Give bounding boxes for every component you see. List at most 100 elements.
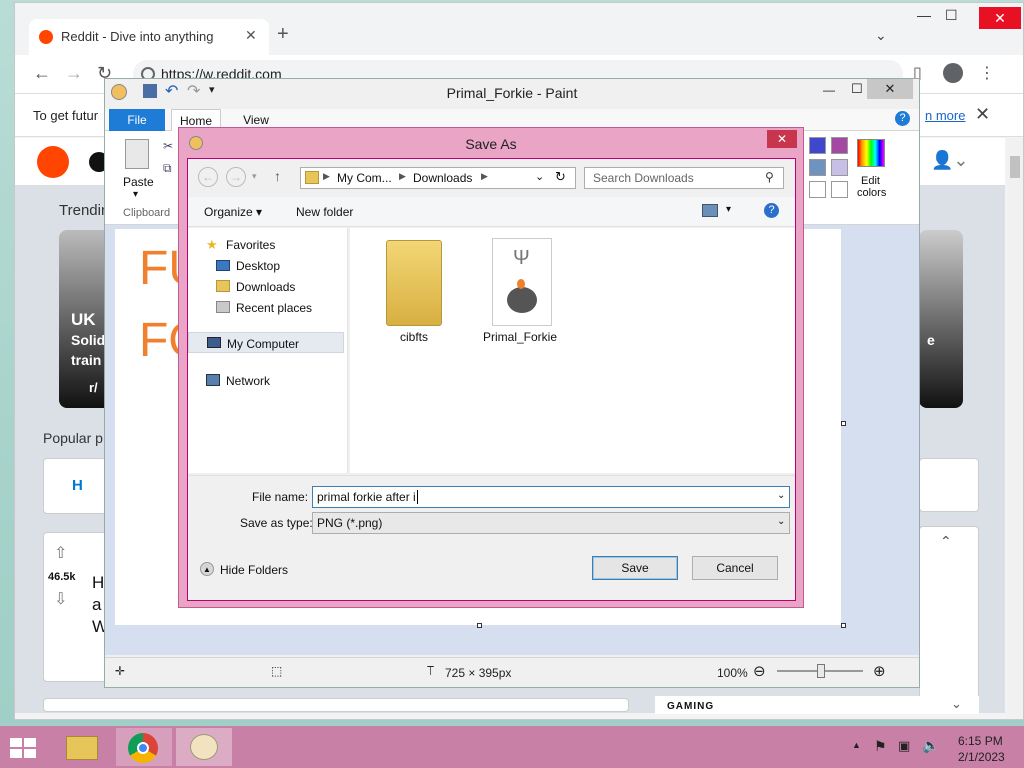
scroll-thumb[interactable]: [1010, 156, 1020, 178]
reddit-logo-icon[interactable]: [37, 146, 69, 178]
quick-access-dropdown-icon[interactable]: ▾: [209, 83, 215, 96]
show-hidden-icons[interactable]: ▲: [852, 740, 861, 750]
start-button[interactable]: [10, 738, 38, 758]
edit-colors-label[interactable]: colors: [857, 187, 886, 199]
color-swatch[interactable]: [831, 159, 848, 176]
close-tab-icon[interactable]: ✕: [245, 27, 257, 44]
upvote-icon[interactable]: ⇧: [54, 543, 67, 563]
tab-search-icon[interactable]: ⌄: [875, 27, 887, 44]
page-scrollbar[interactable]: [1007, 138, 1023, 718]
change-view-icon[interactable]: [702, 204, 718, 217]
redo-icon[interactable]: ↷: [187, 81, 200, 101]
dialog-app-icon: [189, 136, 203, 150]
nav-my-computer-row[interactable]: My Computer: [188, 332, 344, 353]
dialog-close-button[interactable]: ✕: [767, 130, 797, 148]
forward-icon[interactable]: →: [226, 167, 246, 187]
color-swatch[interactable]: [809, 181, 826, 198]
taskbar-paint[interactable]: [176, 728, 232, 766]
paint-minimize-icon[interactable]: —: [823, 83, 835, 97]
zoom-in-icon[interactable]: ⊕: [873, 662, 886, 680]
nav-downloads[interactable]: Downloads: [236, 280, 295, 294]
paste-icon[interactable]: [125, 139, 149, 169]
profile-avatar-icon[interactable]: [943, 63, 963, 83]
file-name-input[interactable]: primal forkie after i ⌄: [312, 486, 790, 508]
edit-colors-icon[interactable]: [857, 139, 885, 167]
clipboard-group-label: Clipboard: [123, 207, 171, 219]
cancel-button[interactable]: Cancel: [692, 556, 778, 580]
learn-more-link[interactable]: n more: [925, 108, 965, 123]
paint-close-button[interactable]: ✕: [867, 79, 913, 99]
nav-network[interactable]: Network: [226, 374, 270, 388]
sort-hot-tab[interactable]: H: [72, 477, 83, 494]
search-icon[interactable]: ⚲: [765, 170, 774, 184]
nav-desktop[interactable]: Desktop: [236, 259, 280, 273]
chevron-up-icon[interactable]: ⌃: [940, 533, 952, 550]
cut-icon[interactable]: ✂: [163, 139, 173, 153]
help-icon[interactable]: ?: [895, 111, 910, 126]
chevron-up-icon[interactable]: ▲: [200, 562, 214, 576]
minimize-icon[interactable]: —: [917, 7, 931, 23]
file-name-dropdown-icon[interactable]: ⌄: [777, 490, 785, 501]
volume-icon[interactable]: 🔈: [922, 737, 939, 754]
resize-handle[interactable]: [841, 623, 846, 628]
breadcrumb-downloads[interactable]: Downloads: [413, 171, 472, 185]
chevron-down-icon[interactable]: ⌄: [951, 696, 962, 712]
edit-colors-label[interactable]: Edit: [861, 175, 880, 187]
save-button[interactable]: Save: [592, 556, 678, 580]
resize-handle[interactable]: [477, 623, 482, 628]
network-tray-icon[interactable]: ▣: [898, 738, 910, 754]
paint-app-icon[interactable]: [111, 84, 127, 100]
breadcrumb-my-computer[interactable]: My Com...: [337, 171, 392, 185]
copy-icon[interactable]: ⧉: [163, 161, 172, 176]
address-path[interactable]: ▶ My Com... ▶ Downloads ▶ ⌄ ↻: [300, 167, 576, 189]
taskbar-chrome[interactable]: [116, 728, 172, 766]
action-center-flag-icon[interactable]: ⚑: [874, 738, 887, 755]
new-tab-icon[interactable]: +: [277, 23, 289, 46]
undo-icon[interactable]: ↶: [165, 81, 178, 101]
hide-folders-button[interactable]: Hide Folders: [220, 563, 288, 577]
menu-icon[interactable]: ⋮: [979, 63, 995, 83]
save-type-select[interactable]: PNG (*.png) ⌄: [312, 512, 790, 534]
organize-button[interactable]: Organize ▾: [204, 205, 262, 219]
clock-time[interactable]: 6:15 PM: [958, 734, 1003, 748]
view-dropdown-icon[interactable]: ▾: [726, 204, 731, 215]
help-icon[interactable]: ?: [764, 203, 779, 218]
path-dropdown-icon[interactable]: ⌄: [535, 170, 544, 183]
paste-label[interactable]: Paste: [123, 175, 154, 189]
paste-dropdown-icon[interactable]: ▾: [133, 189, 138, 200]
nav-favorites[interactable]: Favorites: [226, 238, 275, 252]
resize-handle[interactable]: [841, 421, 846, 426]
post-card[interactable]: ⇧ 46.5k ⇩ H a W: [43, 532, 108, 682]
downvote-icon[interactable]: ⇩: [54, 589, 67, 609]
zoom-slider-thumb[interactable]: [817, 664, 825, 678]
zoom-out-icon[interactable]: ⊖: [753, 662, 766, 680]
color-swatch[interactable]: [831, 137, 848, 154]
color-swatch[interactable]: [831, 181, 848, 198]
file-item-folder[interactable]: cibfts: [376, 236, 452, 346]
back-icon[interactable]: ←: [198, 167, 218, 187]
save-icon[interactable]: [143, 84, 157, 98]
save-type-dropdown-icon[interactable]: ⌄: [777, 516, 785, 527]
new-folder-button[interactable]: New folder: [296, 205, 353, 219]
taskbar-explorer[interactable]: [56, 728, 112, 766]
clock-date[interactable]: 2/1/2023: [958, 750, 1005, 764]
close-banner-icon[interactable]: ✕: [975, 104, 990, 125]
trending-card[interactable]: e: [919, 230, 963, 408]
maximize-icon[interactable]: ☐: [945, 7, 958, 24]
browser-tab[interactable]: Reddit - Dive into anything ✕: [29, 19, 269, 55]
color-swatch[interactable]: [809, 137, 826, 154]
paint-maximize-icon[interactable]: ☐: [851, 81, 863, 97]
close-window-button[interactable]: ✕: [979, 7, 1021, 29]
forward-icon[interactable]: →: [65, 63, 83, 84]
file-item-image[interactable]: Ψ Primal_Forkie: [480, 236, 560, 346]
user-menu-icon[interactable]: 👤⌄: [931, 150, 969, 171]
refresh-icon[interactable]: ↻: [555, 169, 566, 185]
tab-file[interactable]: File: [109, 109, 165, 131]
up-folder-icon[interactable]: ↑: [274, 168, 281, 184]
color-swatch[interactable]: [809, 159, 826, 176]
nav-recent-places[interactable]: Recent places: [236, 301, 312, 315]
back-icon[interactable]: ←: [33, 63, 51, 84]
search-input[interactable]: Search Downloads ⚲: [584, 167, 784, 189]
recent-locations-icon[interactable]: ▾: [252, 171, 257, 182]
post-card[interactable]: [43, 698, 629, 712]
